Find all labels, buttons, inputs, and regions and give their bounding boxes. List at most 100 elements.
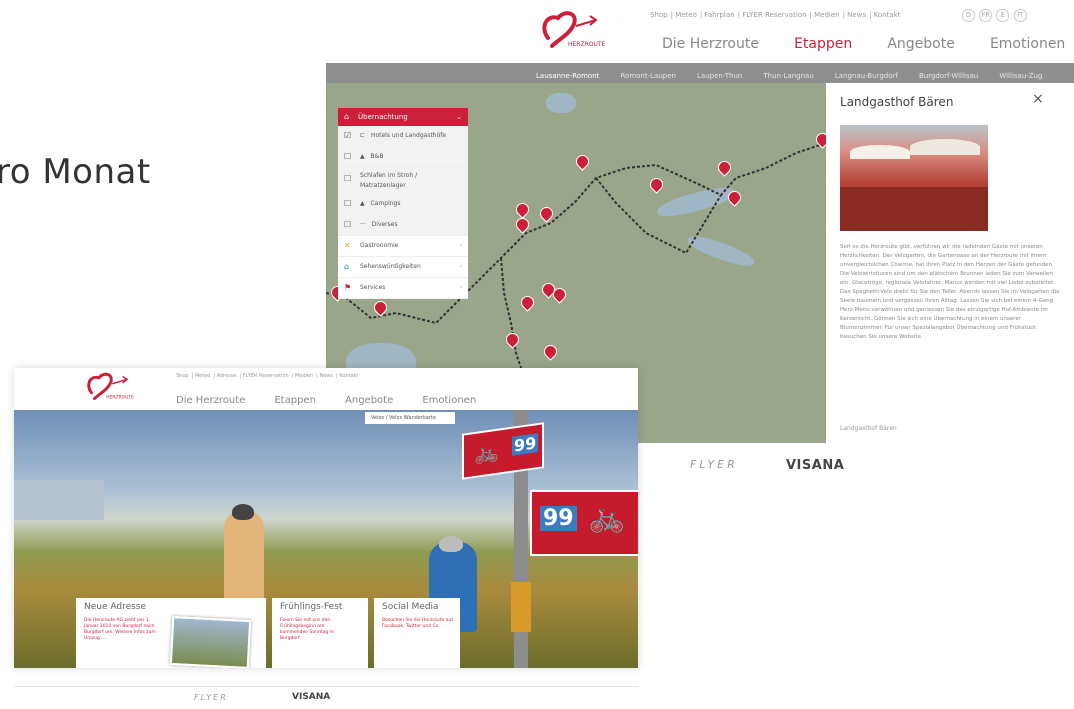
top-links: Shop | Meteo | Fahrplan | FLYER Reservation… [650,11,901,19]
filter-category-sehenswuerdigkeiten[interactable]: ⌂ Sehenswürdigkeiten › [338,257,468,278]
top-link[interactable]: Fahrplan [704,11,734,19]
main-nav: Die Herzroute Etappen Angebote Emotionen [662,33,1065,52]
lang-button[interactable]: D [962,9,975,22]
filter-panel: ⌂ Übernachtung ⌄ ☑ ⊏ Hotels und Landgast… [338,108,468,299]
top-link[interactable]: Kontakt [339,373,358,379]
filter-category-label: Sehenswürdigkeiten [360,263,421,270]
filter-option-stroh[interactable]: ☐ Schlafen im Stroh / Matratzenlager [338,168,468,194]
route-number: 99 [540,506,577,531]
bike-icon: 🚲 [588,500,626,535]
card-neue-adresse[interactable]: Neue Adresse Die Herzroute AG zieht per … [76,598,266,668]
lang-button[interactable]: E [996,9,1010,22]
filter-category-label: Services [360,284,386,291]
filter-category-services[interactable]: ⚑ Services › [338,278,468,299]
bike-lock [511,582,531,632]
bike-icon: 🚲 [474,438,499,467]
fork-icon: ✕ [344,241,351,250]
nav-angebote[interactable]: Angebote [345,395,393,406]
flyer-logo[interactable]: FLYER [690,458,738,471]
nav-die-herzroute[interactable]: Die Herzroute [662,36,759,52]
terrace [840,187,988,231]
checkbox-icon: ☐ [344,220,352,229]
wanderkarte-button[interactable]: Velos / Velos Wanderkarte [365,412,455,424]
filter-category-label: Gastronomie [360,242,399,249]
stage-tab[interactable]: Laupen-Thun [697,72,742,80]
card-photo [169,615,252,668]
tent-icon: ▲ [360,200,365,207]
nav-emotionen[interactable]: Emotionen [422,395,476,406]
top-link[interactable]: Kontakt [874,11,901,19]
visana-logo[interactable]: VISANA [786,458,844,473]
visana-logo[interactable]: VISANA [292,692,330,702]
house-icon: ▲ [360,153,365,160]
info-title: Landgasthof Bären [840,95,954,109]
stage-tab[interactable]: Thun-Langnau [763,72,813,80]
filter-option-bnb[interactable]: ☐ ▲ B&B [338,147,468,168]
nav-emotionen[interactable]: Emotionen [990,36,1065,52]
language-switcher: D FR E IT [960,9,1027,22]
route-number: 99 [512,433,539,456]
dots-icon: ··· [360,221,366,228]
slide-title: ro Monat [0,152,151,192]
card-fruehlings-fest[interactable]: Frühlings-Fest Feiern Sie mit uns den Fr… [272,598,368,668]
top-link[interactable]: Adresse [217,373,237,379]
info-address: Landgasthof Bären [840,425,897,432]
parasol [850,145,910,159]
lang-button[interactable]: IT [1013,9,1027,22]
nav-angebote[interactable]: Angebote [887,36,955,52]
parasol [910,139,980,155]
heart-logo-icon: HERZROUTE [542,11,606,48]
top-link[interactable]: Shop [176,373,189,379]
lang-button[interactable]: FR [979,9,993,22]
heart-logo-icon: HERZROUTE [87,372,134,401]
info-panel: Landgasthof Bären × Seit es die Herzrout… [826,83,1074,443]
card-social-media[interactable]: Social Media Besuchen Sie die Herzroute … [374,598,460,668]
top-link[interactable]: FLYER Reservation [742,11,806,19]
filter-option-diverses[interactable]: ☐ ··· Diverses [338,215,468,236]
stage-tab[interactable]: Langnau-Burgdorf [835,72,898,80]
filter-option-hotels[interactable]: ☑ ⊏ Hotels und Landgasthöfe [338,126,468,147]
nav-die-herzroute[interactable]: Die Herzroute [176,395,245,406]
stage-tab[interactable]: Lausanne-Romont [536,72,599,80]
stage-tab[interactable]: Burgdorf-Willisau [919,72,978,80]
flyer-logo[interactable]: FLYER [194,693,228,702]
top-link[interactable]: News [847,11,866,19]
nav-etappen[interactable]: Etappen [274,395,316,406]
top-link[interactable]: Meteo [675,11,697,19]
stage-tab[interactable]: Willisau-Zug [999,72,1042,80]
herzroute-logo[interactable]: HERZROUTE [84,368,136,404]
filter-header-label: Übernachtung [358,113,408,121]
info-description: Seit es die Herzroute gibt, verführen wi… [840,244,1060,340]
top-link[interactable]: News [319,373,333,379]
filter-header[interactable]: ⌂ Übernachtung ⌄ [338,108,468,126]
top-link[interactable]: Medien [814,11,839,19]
filter-option-label: Campings [370,200,401,207]
top-links: Shop | Meteo | Adresse | FLYER Reservation |… [176,373,359,379]
bike-route-sign: 99 🚲 [530,490,638,556]
filter-option-campings[interactable]: ☐ ▲ Campings [338,194,468,215]
hero-image: Velos / Velos Wanderkarte 🚲 99 99 🚲 Neue… [14,410,638,668]
logo-text: HERZROUTE [106,395,134,401]
herzroute-logo[interactable]: HERZROUTE [538,6,608,52]
card-title: Frühlings-Fest [280,602,343,612]
filter-option-label: Schlafen im Stroh / Matratzenlager [360,172,418,189]
card-text: Besuchen Sie die Herzroute auf Facebook,… [382,618,453,629]
top-link[interactable]: Medien [295,373,313,379]
top-link[interactable]: Meteo [195,373,211,379]
chevron-right-icon: › [459,242,462,249]
chevron-right-icon: › [459,263,462,270]
bike-route-sign: 🚲 99 [462,422,544,480]
filter-category-gastronomie[interactable]: ✕ Gastronomie › [338,236,468,257]
top-link[interactable]: Shop [650,11,668,19]
nav-etappen[interactable]: Etappen [794,36,852,52]
close-icon[interactable]: × [1032,91,1044,107]
checkbox-icon: ☐ [344,199,352,208]
lake [14,480,104,520]
card-title: Social Media [382,602,439,612]
home-page-screenshot: HERZROUTE Shop | Meteo | Adresse | FLYER Re… [14,368,638,668]
helmet [439,536,463,552]
filter-option-label: Hotels und Landgasthöfe [370,132,447,139]
main-nav: Die Herzroute Etappen Angebote Emotionen [176,388,476,407]
stage-tab[interactable]: Romont-Laupen [620,72,675,80]
top-link[interactable]: FLYER Reservation [243,373,289,379]
